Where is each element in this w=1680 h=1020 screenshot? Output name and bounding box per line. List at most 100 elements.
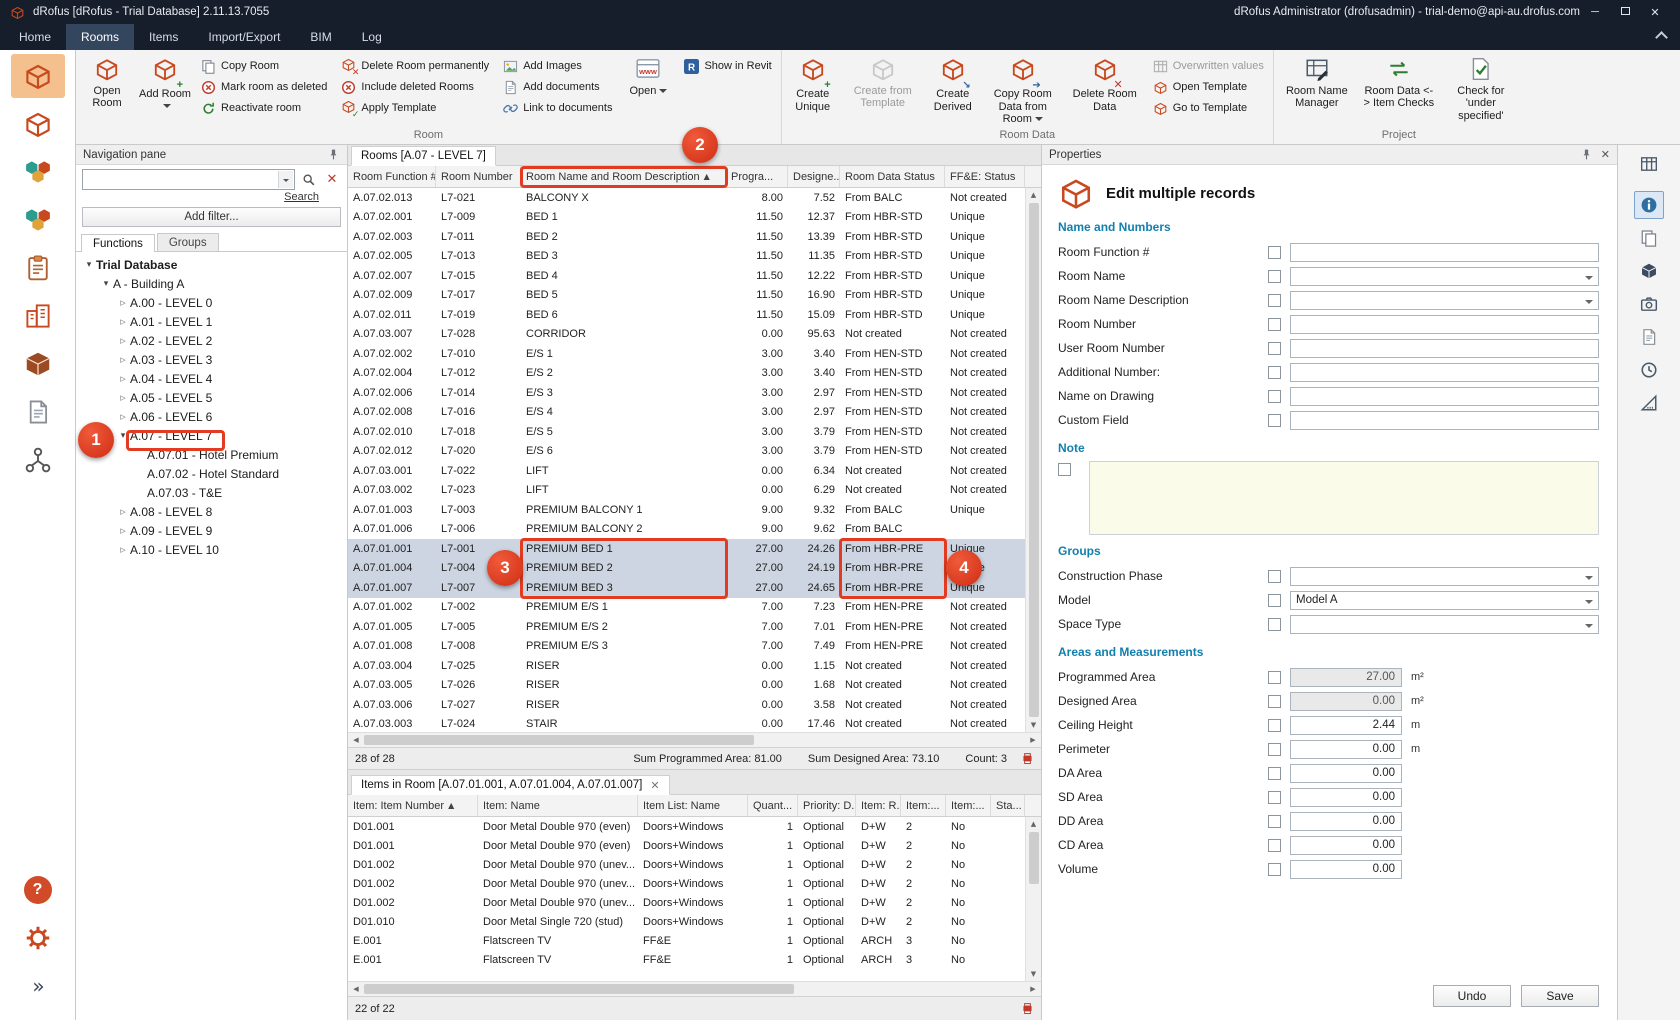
add-images-button[interactable]: Add Images	[503, 57, 612, 75]
ribbon-tab[interactable]: Items	[134, 24, 193, 50]
field-checkbox[interactable]	[1268, 366, 1281, 379]
close-tab-icon[interactable]: ✕	[650, 779, 659, 792]
properties-info-button[interactable]	[1634, 191, 1664, 219]
check-under-specified-button[interactable]: Check for 'under specified'	[1440, 51, 1522, 128]
scrollbar-thumb[interactable]	[364, 984, 794, 994]
close-button[interactable]: ✕	[1640, 6, 1670, 19]
delete-room-data-button[interactable]: ✕ Delete Room Data	[1064, 51, 1146, 128]
field-checkbox[interactable]	[1268, 695, 1281, 708]
items-vertical-scrollbar[interactable]: ▲▼	[1025, 817, 1041, 981]
images-panel-button[interactable]	[1634, 290, 1664, 318]
column-header-room-data-status[interactable]: Room Data Status	[840, 166, 945, 187]
ribbon-tab[interactable]: Home	[4, 24, 66, 50]
tree-expand-icon[interactable]	[82, 260, 96, 270]
tree-item[interactable]: A - Building A	[76, 274, 347, 293]
sidebar-item-room-functions[interactable]	[11, 102, 65, 146]
undo-button[interactable]: Undo	[1433, 985, 1511, 1007]
room-row[interactable]: A.07.01.001 L7-001 PREMIUM BED 1 27.00 2…	[348, 539, 1041, 559]
history-panel-button[interactable]	[1634, 356, 1664, 384]
items-document-tab[interactable]: Items in Room [A.07.01.001, A.07.01.004,…	[351, 775, 670, 795]
tree-item[interactable]: A.07.01 - Hotel Premium	[76, 445, 347, 464]
tree-expand-icon[interactable]	[116, 353, 130, 366]
copies-panel-button[interactable]	[1634, 323, 1664, 351]
tree-expand-icon[interactable]	[116, 334, 130, 347]
sidebar-item-items[interactable]	[11, 198, 65, 242]
settings-button[interactable]	[11, 916, 65, 960]
open-room-button[interactable]: Open Room	[78, 51, 136, 128]
field-input[interactable]	[1290, 315, 1599, 334]
column-header-item-r[interactable]: Item: R...	[856, 795, 901, 816]
report-icon[interactable]	[1021, 1002, 1034, 1015]
tree-item[interactable]: A.07 - LEVEL 7	[76, 426, 347, 445]
column-header-room-number[interactable]: Room Number	[436, 166, 521, 187]
field-checkbox[interactable]	[1268, 839, 1281, 852]
tree-expand-icon[interactable]	[116, 524, 130, 537]
area-value-input[interactable]: 0.00	[1290, 788, 1402, 807]
room-row[interactable]: A.07.02.009 L7-017 BED 5 11.50 16.90 Fro…	[348, 286, 1041, 306]
room-row[interactable]: A.07.01.007 L7-007 PREMIUM BED 3 27.00 2…	[348, 578, 1041, 598]
expand-sidebar-button[interactable]: »	[11, 964, 65, 1008]
scroll-right-icon[interactable]: ▶	[1025, 736, 1041, 744]
add-documents-button[interactable]: Add documents	[503, 78, 612, 96]
close-panel-icon[interactable]: ✕	[1601, 148, 1610, 161]
tree-expand-icon[interactable]	[116, 543, 130, 556]
sidebar-item-item-groups[interactable]	[11, 150, 65, 194]
column-header-designed[interactable]: Designe...	[788, 166, 840, 187]
room-row[interactable]: A.07.01.004 L7-004 PREMIUM BED 2 27.00 2…	[348, 559, 1041, 579]
item-row[interactable]: D01.001 Door Metal Double 970 (even) Doo…	[348, 817, 1041, 836]
sidebar-item-rooms[interactable]	[11, 54, 65, 98]
tree-item[interactable]: Trial Database	[76, 255, 347, 274]
save-button[interactable]: Save	[1521, 985, 1599, 1007]
room-row[interactable]: A.07.02.013 L7-021 BALCONY X 8.00 7.52 F…	[348, 188, 1041, 208]
field-checkbox[interactable]	[1268, 719, 1281, 732]
tree-item[interactable]: A.04 - LEVEL 4	[76, 369, 347, 388]
room-row[interactable]: A.07.02.002 L7-010 E/S 1 3.00 3.40 From …	[348, 344, 1041, 364]
room-row[interactable]: A.07.02.011 L7-019 BED 6 11.50 15.09 Fro…	[348, 305, 1041, 325]
add-filter-button[interactable]: Add filter...	[82, 207, 341, 227]
ribbon-tab[interactable]: Import/Export	[193, 24, 295, 50]
field-input[interactable]	[1290, 291, 1599, 310]
area-value-input[interactable]: 0.00	[1290, 812, 1402, 831]
create-derived-button[interactable]: ↘ Create Derived	[924, 51, 982, 128]
tree-expand-icon[interactable]	[116, 296, 130, 309]
tree-expand-icon[interactable]	[99, 279, 113, 289]
column-header-item-name[interactable]: Item: Name	[478, 795, 638, 816]
sidebar-item-documents[interactable]	[11, 390, 65, 434]
clear-search-button[interactable]: ✕	[323, 171, 341, 189]
navigation-tab[interactable]: Functions	[81, 234, 155, 252]
scrollbar-thumb[interactable]	[364, 735, 754, 745]
delete-room-permanently-button[interactable]: ✕Delete Room permanently	[341, 57, 489, 75]
field-dropdown[interactable]	[1290, 567, 1599, 586]
tree-expand-icon[interactable]	[116, 505, 130, 518]
field-checkbox[interactable]	[1268, 318, 1281, 331]
column-header-status[interactable]: Sta...	[991, 795, 1025, 816]
overwritten-values-button[interactable]: Overwritten values	[1153, 57, 1264, 75]
maximize-button[interactable]	[1610, 6, 1640, 18]
item-row[interactable]: D01.001 Door Metal Double 970 (even) Doo…	[348, 836, 1041, 855]
field-input[interactable]	[1290, 387, 1599, 406]
navigation-tab[interactable]: Groups	[157, 233, 219, 251]
field-checkbox[interactable]	[1268, 791, 1281, 804]
data-grid-view-button[interactable]	[1634, 150, 1664, 178]
column-header-ffe-status[interactable]: FF&E: Status	[945, 166, 1025, 187]
column-header-item-list[interactable]: Item List: Name	[638, 795, 748, 816]
column-header-room-function[interactable]: Room Function #	[348, 166, 436, 187]
item-row[interactable]: D01.002 Door Metal Double 970 (unev... D…	[348, 893, 1041, 912]
sidebar-item-products[interactable]	[11, 342, 65, 386]
tree-item[interactable]: A.10 - LEVEL 10	[76, 540, 347, 559]
room-row[interactable]: A.07.01.003 L7-003 PREMIUM BALCONY 1 9.0…	[348, 500, 1041, 520]
create-from-template-button[interactable]: Create from Template	[842, 51, 924, 128]
column-header-priority[interactable]: Priority: D...	[798, 795, 856, 816]
tree-item[interactable]: A.02 - LEVEL 2	[76, 331, 347, 350]
field-checkbox[interactable]	[1268, 767, 1281, 780]
field-input[interactable]	[1290, 411, 1599, 430]
tree-item[interactable]: A.07.02 - Hotel Standard	[76, 464, 347, 483]
field-dropdown[interactable]: Model A	[1290, 591, 1599, 610]
field-checkbox[interactable]	[1268, 342, 1281, 355]
column-header-programmed[interactable]: Progra...	[726, 166, 788, 187]
room-row[interactable]: A.07.02.003 L7-011 BED 2 11.50 13.39 Fro…	[348, 227, 1041, 247]
pin-icon[interactable]	[1580, 148, 1593, 161]
column-header-item-number[interactable]: Item: Item Number▲	[348, 795, 478, 816]
scroll-right-icon[interactable]: ▶	[1025, 985, 1041, 993]
room-row[interactable]: A.07.03.006 L7-027 RISER 0.00 3.58 Not c…	[348, 695, 1041, 715]
